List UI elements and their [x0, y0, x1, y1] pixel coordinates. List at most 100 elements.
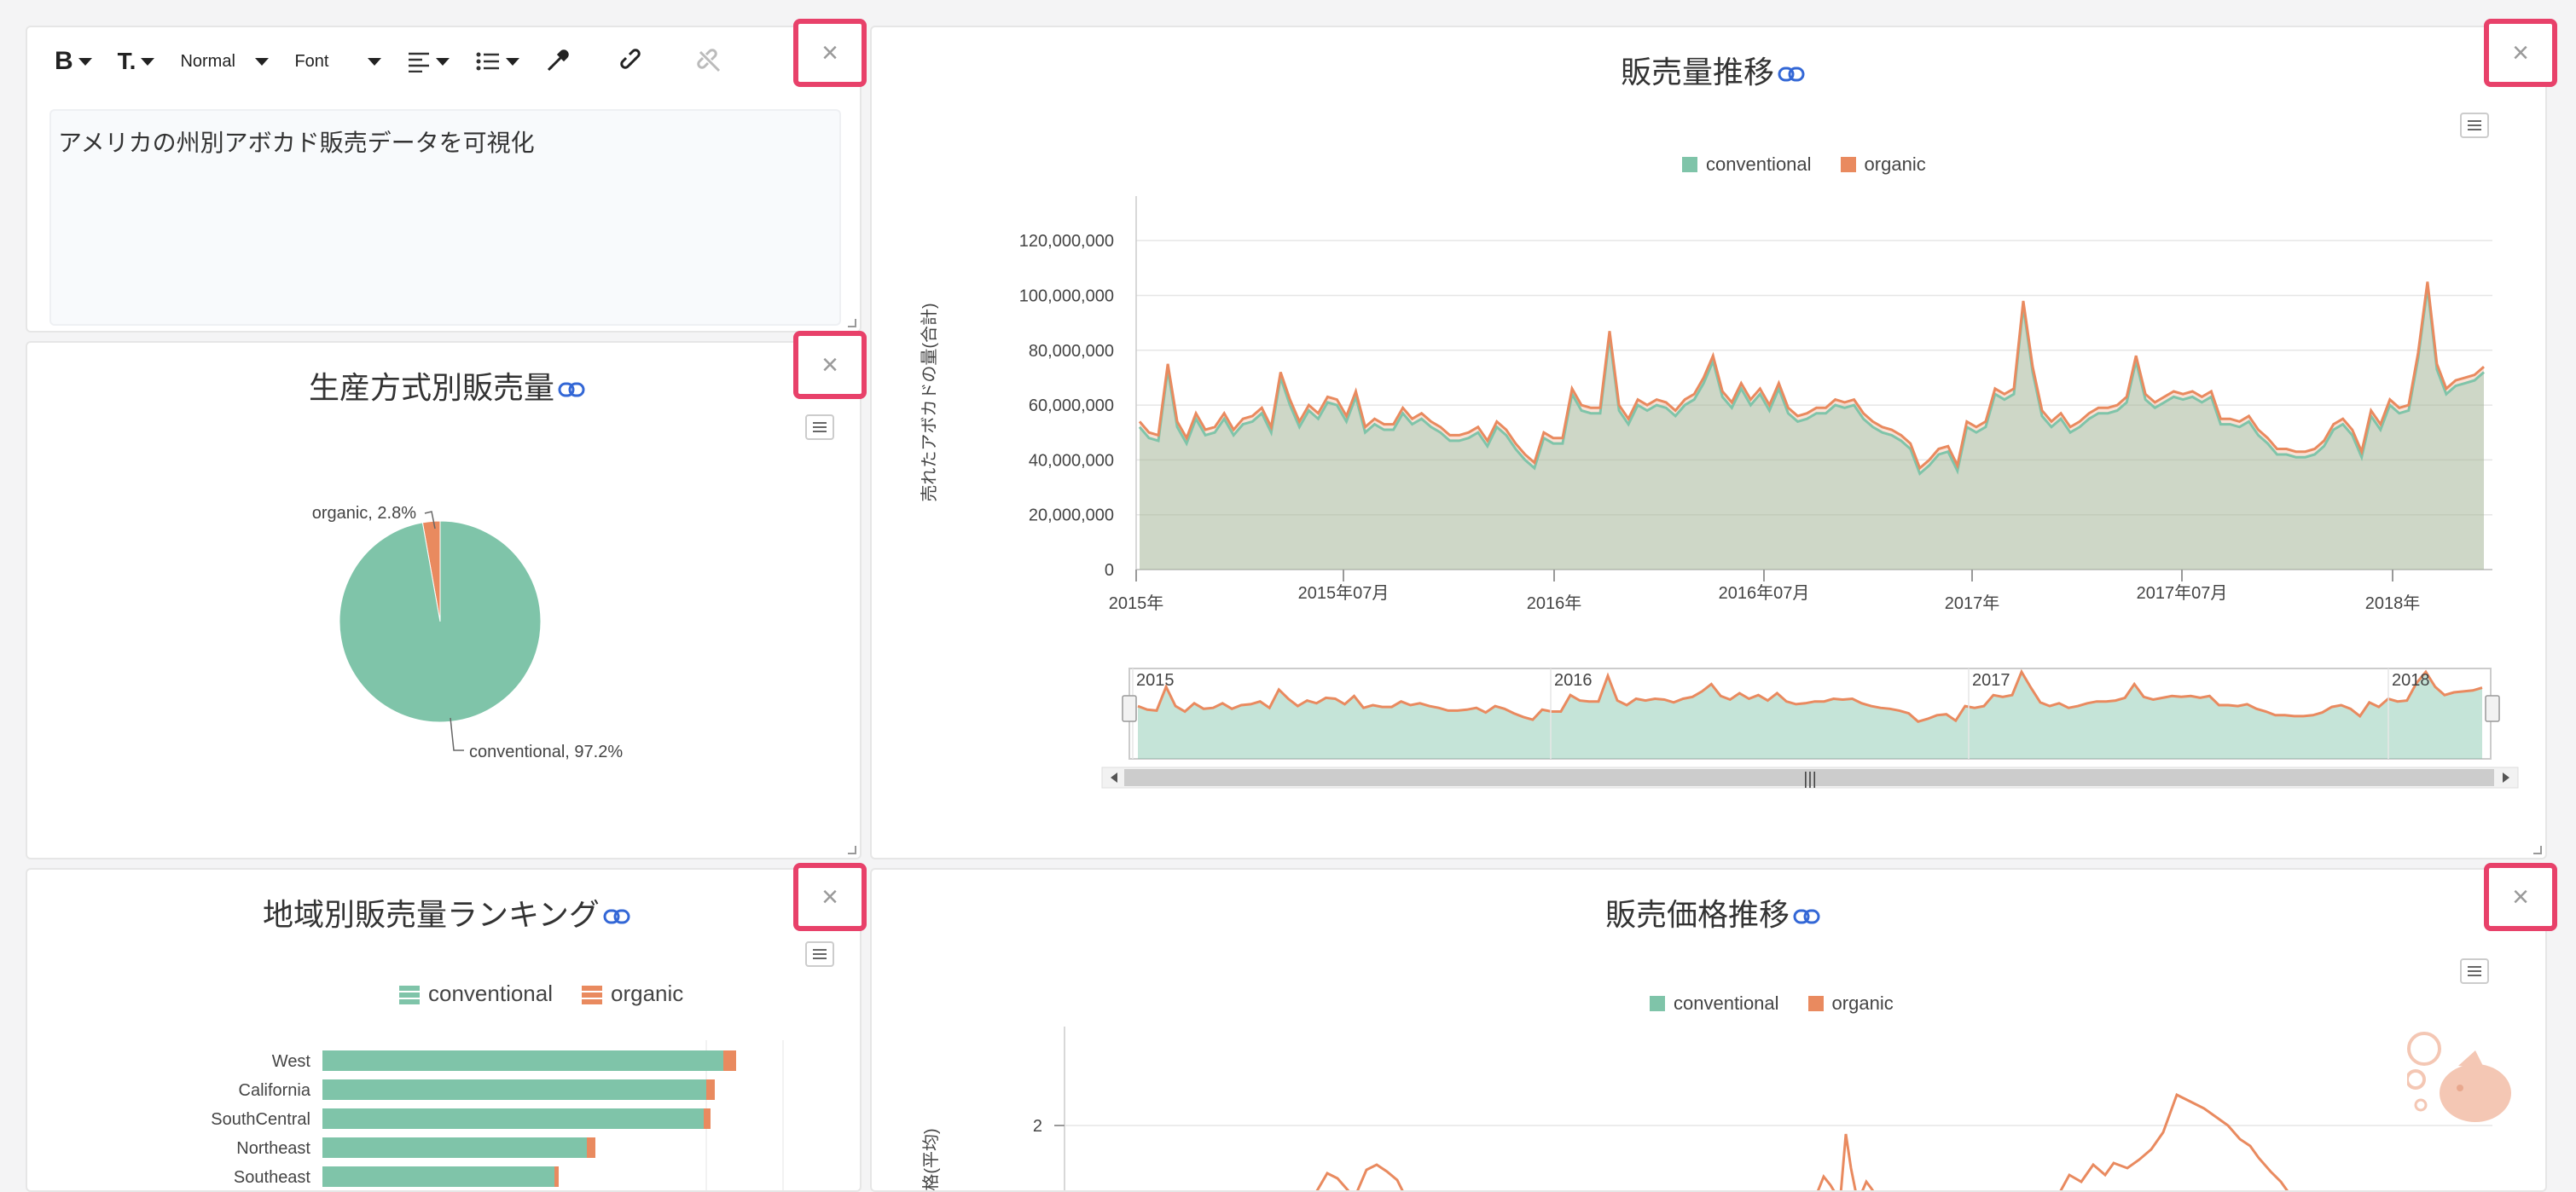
link-button[interactable]: [613, 38, 653, 85]
navigator-handle-left: [1122, 695, 1137, 722]
close-price-panel-button[interactable]: ×: [2484, 863, 2557, 931]
navigator-label: 2015: [1136, 671, 1175, 690]
resize-handle[interactable]: [848, 319, 856, 327]
text-size-label: T.: [117, 48, 136, 74]
line-organic: [1816, 1174, 1836, 1190]
text-size-button[interactable]: T.: [111, 38, 162, 85]
bar-conventional: [322, 1050, 723, 1071]
unlink-button[interactable]: [690, 38, 729, 85]
line-organic: [1861, 1179, 1875, 1190]
chevron-down-icon: [255, 57, 270, 66]
pie-chart: organic, 2.8% conventional, 97.2%: [312, 504, 624, 761]
pie-slice-conventional: [339, 520, 542, 723]
close-icon: ×: [2512, 36, 2529, 69]
pie-connector-conventional: [450, 717, 464, 751]
close-pie-panel-button[interactable]: ×: [793, 331, 867, 399]
close-icon: ×: [2512, 880, 2529, 913]
text-editor-panel: B T. Normal Font アメリカの州別アボカド販売データを可視化: [26, 26, 862, 333]
resize-handle[interactable]: [2533, 846, 2542, 854]
bold-label: B: [55, 47, 73, 75]
chevron-down-icon: [141, 57, 155, 66]
line-organic: [2059, 1092, 2289, 1190]
eyedropper-icon: [548, 49, 570, 72]
category-label: California: [239, 1081, 311, 1100]
block-format-value: Normal: [180, 51, 235, 71]
y-tick-label: 0: [1105, 561, 1114, 580]
bar-conventional: [322, 1166, 554, 1187]
y-tick-label: 60,000,000: [1029, 396, 1114, 415]
chevron-down-icon: [436, 57, 450, 66]
line-organic: [1356, 1163, 1404, 1190]
list-icon: [476, 52, 500, 71]
price-line-chart: 2 価格(平均): [921, 1027, 2492, 1192]
chevron-down-icon: [78, 57, 92, 66]
navigator-label: 2018: [2392, 671, 2430, 690]
font-select[interactable]: Font: [287, 38, 388, 85]
x-tick-label: 2015年07月: [1298, 583, 1390, 603]
line-organic: [1315, 1172, 1350, 1190]
font-value: Font: [294, 51, 329, 71]
editor-text: アメリカの州別アボカド販売データを可視化: [58, 130, 535, 156]
color-button[interactable]: [538, 38, 576, 85]
close-icon: ×: [821, 348, 838, 381]
category-label: SouthCentral: [211, 1110, 310, 1129]
pie-label-organic: organic, 2.8%: [312, 504, 417, 523]
y-tick-label: 80,000,000: [1029, 342, 1114, 361]
pie-label-conventional: conventional, 97.2%: [469, 743, 623, 761]
bar-organic: [723, 1050, 736, 1071]
x-tick-label: 2017年: [1945, 593, 2000, 613]
bar-organic: [587, 1137, 595, 1158]
y-tick-label: 120,000,000: [1019, 232, 1114, 251]
align-button[interactable]: [400, 38, 456, 85]
y-axis-label: 売れたアボカドの量(合計): [920, 303, 939, 501]
y-axis-label: 価格(平均): [921, 1128, 941, 1192]
bold-button[interactable]: B: [48, 38, 99, 85]
category-label: Southeast: [234, 1168, 311, 1187]
y-tick-label: 20,000,000: [1029, 506, 1114, 525]
regional-ranking-panel: 地域別販売量ランキング conventional organic West Cal…: [26, 868, 862, 1192]
navigator-handle-right: [2485, 695, 2500, 722]
line-organic: [1839, 1133, 1857, 1190]
editor-content-area[interactable]: アメリカの州別アボカド販売データを可視化: [49, 109, 841, 326]
x-tick-label: 2017年07月: [2137, 583, 2228, 603]
x-tick-label: 2015年: [1109, 593, 1164, 613]
chevron-down-icon: [368, 57, 382, 66]
sales-price-panel: 販売価格推移 conventional organic 2 価格(平均): [870, 868, 2547, 1192]
fish-mascot-icon: [2407, 1032, 2511, 1122]
scrollbar-grip: |||: [1803, 770, 1817, 789]
close-volume-panel-button[interactable]: ×: [2484, 19, 2557, 87]
volume-area-chart: 0 20,000,000 40,000,000 60,000,000 80,000,00…: [920, 196, 2519, 789]
editor-toolbar: B T. Normal Font: [27, 27, 860, 95]
navigator-label: 2017: [1972, 671, 2010, 690]
x-tick-label: 2016年: [1527, 593, 1582, 613]
y-tick-label: 40,000,000: [1029, 451, 1114, 470]
x-tick-label: 2016年07月: [1719, 583, 1810, 603]
close-editor-panel-button[interactable]: ×: [793, 19, 867, 87]
close-icon: ×: [821, 880, 838, 913]
bar-conventional: [322, 1137, 587, 1158]
y-tick-label: 100,000,000: [1019, 286, 1114, 305]
align-left-icon: [409, 52, 430, 72]
y-tick-label: 2: [1033, 1117, 1042, 1136]
bar-conventional: [322, 1079, 706, 1100]
bar-organic: [706, 1079, 715, 1100]
sales-volume-panel: 販売量推移 conventional organic 0 20,000,000 40…: [870, 26, 2547, 859]
ranking-bar-chart: West California SouthCentral Northeast South…: [211, 1040, 784, 1190]
area-conventional: [1140, 286, 2484, 570]
x-tick-label: 2018年: [2365, 593, 2421, 613]
category-label: West: [272, 1052, 311, 1071]
link-icon: [620, 49, 641, 69]
bar-organic: [554, 1166, 559, 1187]
unlink-icon: [697, 49, 721, 72]
bar-conventional: [322, 1108, 704, 1129]
resize-handle[interactable]: [848, 846, 856, 854]
list-button[interactable]: [468, 38, 526, 85]
block-format-select[interactable]: Normal: [173, 38, 276, 85]
close-ranking-panel-button[interactable]: ×: [793, 863, 867, 931]
bar-organic: [704, 1108, 711, 1129]
production-method-panel: 生産方式別販売量 organic, 2.8% conventional, 97.2…: [26, 341, 862, 859]
chevron-down-icon: [506, 57, 520, 66]
close-icon: ×: [821, 36, 838, 69]
category-label: Northeast: [236, 1139, 310, 1158]
navigator-label: 2016: [1554, 671, 1593, 690]
